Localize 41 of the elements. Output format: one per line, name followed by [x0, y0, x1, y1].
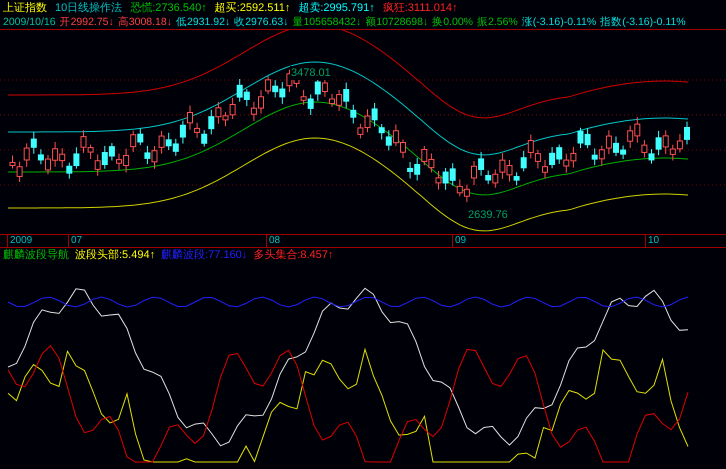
time-axis-label: 07 — [68, 235, 266, 247]
time-axis-label: 08 — [266, 235, 452, 247]
quote-field: 额10728698 — [365, 15, 423, 29]
quote-field: 涨(-3.16)-0.11% — [522, 15, 596, 29]
low-price-label: 2639.76 — [468, 208, 508, 222]
quote-field: 开2992.75 — [60, 15, 109, 29]
quote-field: 量105658432 — [292, 15, 356, 29]
index-title: 上证指数 — [3, 1, 47, 15]
quote-field: 振2.56% — [477, 15, 518, 29]
time-axis-label: 10 — [645, 235, 725, 247]
arrow-icon: ↑ — [284, 1, 290, 15]
arrow-icon: ↑ — [452, 1, 458, 15]
arrow-icon: ↓ — [108, 15, 114, 29]
quote-field: 收2976.63 — [234, 15, 284, 29]
arrow-icon: ↑ — [369, 1, 375, 15]
level-reading: 超买:2592.511 — [214, 1, 285, 15]
indicator-reading: 麒麟波段:77.160 — [161, 248, 242, 262]
arrow-icon: ↑ — [150, 248, 156, 262]
quote-field: 高3008.18 — [118, 15, 167, 29]
arrow-icon: ↑ — [201, 1, 207, 15]
arrow-icon: ↓ — [283, 15, 288, 29]
level-reading: 疯狂:3111.014 — [382, 1, 452, 15]
time-axis-label: 2009 — [7, 235, 68, 247]
quote-field: 指数(-3.16)-0.11% — [600, 15, 686, 29]
arrow-icon: ↓ — [356, 15, 362, 29]
indicator-reading: 波段头部:5.494 — [75, 248, 150, 262]
arrow-icon: ↑ — [328, 248, 334, 262]
high-price-label: 3478.01 — [290, 66, 332, 80]
quote-field: 换0.00% — [432, 15, 473, 29]
arrow-icon: ↓ — [242, 248, 248, 262]
time-axis-label: 09 — [452, 235, 645, 247]
indicator-title: 麒麟波段导航 — [3, 248, 69, 262]
arrow-icon: ↓ — [224, 15, 230, 29]
quote-date: 2009/10/16 — [3, 15, 56, 29]
level-reading: 恐慌:2736.540 — [130, 1, 202, 15]
arrow-icon: ↓ — [422, 15, 428, 29]
indicator-reading: 多头集合:8.457 — [253, 248, 328, 262]
level-reading: 超卖:2995.791 — [298, 1, 370, 15]
arrow-icon: ↓ — [166, 15, 172, 29]
quote-field: 低2931.92 — [176, 15, 225, 29]
method-label: 10日线操作法 — [55, 1, 122, 15]
